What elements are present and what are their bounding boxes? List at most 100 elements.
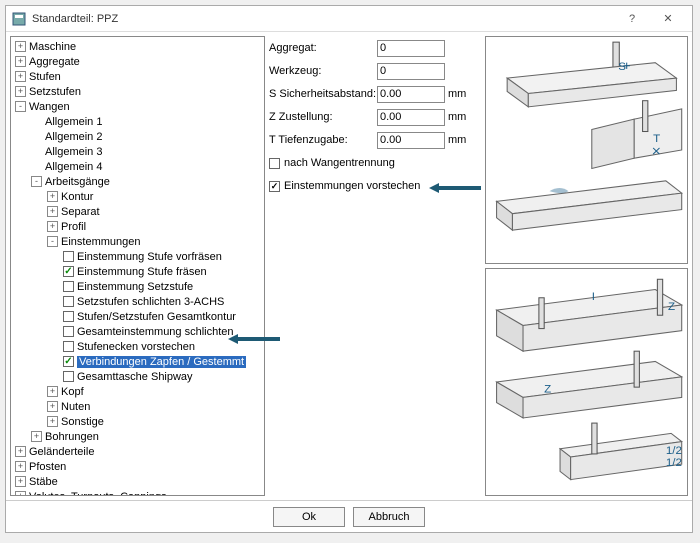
expand-icon[interactable]: + (15, 446, 26, 457)
tree-item[interactable]: +Nuten (11, 399, 264, 414)
svg-text:1/2: 1/2 (666, 457, 682, 469)
expand-icon[interactable]: + (15, 461, 26, 472)
tree-checkbox[interactable] (63, 371, 74, 382)
tree-item-label: Arbeitsgänge (45, 176, 110, 188)
tree-item[interactable]: Gesamteinstemmung schlichten (11, 324, 264, 339)
tree-item[interactable]: -Wangen (11, 99, 264, 114)
expand-icon[interactable]: + (47, 416, 58, 427)
expand-icon[interactable]: + (47, 401, 58, 412)
form-column: Aggregat: Werkzeug: S Sicherheitsabstand… (269, 36, 479, 496)
tree-item[interactable]: +Geländerteile (11, 444, 264, 459)
tree-item[interactable]: +Profil (11, 219, 264, 234)
tree-item-label: Allgemein 4 (45, 161, 102, 173)
tree-item[interactable]: +Kopf (11, 384, 264, 399)
tree-item-label: Einstemmung Setzstufe (77, 281, 193, 293)
tree-item[interactable]: +Kontur (11, 189, 264, 204)
expand-icon[interactable]: + (47, 191, 58, 202)
tree-checkbox[interactable] (63, 311, 74, 322)
svg-text:1/2: 1/2 (666, 445, 682, 457)
collapse-icon[interactable]: - (15, 101, 26, 112)
tree-item[interactable]: -Arbeitsgänge (11, 174, 264, 189)
expand-icon[interactable]: + (15, 41, 26, 52)
tree-item[interactable]: Gesamttasche Shipway (11, 369, 264, 384)
tree-item-label: Maschine (29, 41, 76, 53)
tree-item-label: Stufen/Setzstufen Gesamtkontur (77, 311, 236, 323)
tree-item[interactable]: Allgemein 4 (11, 159, 264, 174)
tree-item[interactable]: +Stufen (11, 69, 264, 84)
vorstechen-checkbox[interactable] (269, 181, 280, 192)
window-title: Standardteil: PPZ (32, 13, 614, 25)
tree-item[interactable]: Einstemmung Stufe vorfräsen (11, 249, 264, 264)
ok-button[interactable]: Ok (273, 507, 345, 527)
expand-icon[interactable]: + (15, 476, 26, 487)
tree-item[interactable]: +Setzstufen (11, 84, 264, 99)
tree-checkbox[interactable] (63, 266, 74, 277)
z-unit: mm (448, 111, 466, 123)
tree-item[interactable]: Allgemein 1 (11, 114, 264, 129)
tree-item[interactable]: +Separat (11, 204, 264, 219)
tree-panel[interactable]: +Maschine+Aggregate+Stufen+Setzstufen-Wa… (10, 36, 265, 496)
aggregat-input[interactable] (377, 40, 445, 57)
z-label: Z Zustellung: (269, 111, 377, 123)
tree-item[interactable]: +Maschine (11, 39, 264, 54)
titlebar: Standardteil: PPZ ? ✕ (6, 6, 692, 32)
tree-item-label: Aggregate (29, 56, 80, 68)
collapse-icon[interactable]: - (47, 236, 58, 247)
tree-item[interactable]: +Pfosten (11, 459, 264, 474)
diagram-bottom: I Z Z 1/2 1/2 (485, 268, 688, 496)
expand-icon[interactable]: + (47, 386, 58, 397)
s-unit: mm (448, 88, 466, 100)
cancel-button[interactable]: Abbruch (353, 507, 425, 527)
close-button[interactable]: ✕ (650, 7, 686, 31)
tree-item-label: Allgemein 2 (45, 131, 102, 143)
tree-item[interactable]: -Einstemmungen (11, 234, 264, 249)
tree-checkbox[interactable] (63, 356, 74, 367)
tree-item-label: Nuten (61, 401, 90, 413)
tree-item[interactable]: Stufenecken vorstechen (11, 339, 264, 354)
tree-checkbox[interactable] (63, 251, 74, 262)
collapse-icon[interactable]: - (31, 176, 42, 187)
tree-item[interactable]: Einstemmung Stufe fräsen (11, 264, 264, 279)
tree-checkbox[interactable] (63, 341, 74, 352)
help-button[interactable]: ? (614, 7, 650, 31)
vorstechen-label: Einstemmungen vorstechen (284, 180, 420, 192)
tree-item[interactable]: Allgemein 3 (11, 144, 264, 159)
t-input[interactable] (377, 132, 445, 149)
expand-icon[interactable]: + (15, 86, 26, 97)
tree-item[interactable]: +Bohrungen (11, 429, 264, 444)
expand-icon[interactable]: + (15, 56, 26, 67)
s-input[interactable] (377, 86, 445, 103)
wangentrennung-label: nach Wangentrennung (284, 157, 395, 169)
arrow-tree-selected (228, 333, 280, 345)
tree-item-label: Geländerteile (29, 446, 94, 458)
tree-item-label: Setzstufen (29, 86, 81, 98)
svg-text:Z: Z (544, 383, 551, 395)
expand-icon[interactable]: + (47, 221, 58, 232)
expand-icon[interactable]: + (47, 206, 58, 217)
expand-icon[interactable]: + (15, 491, 26, 496)
tree-item[interactable]: +Aggregate (11, 54, 264, 69)
tree-checkbox[interactable] (63, 296, 74, 307)
tree-item[interactable]: Setzstufen schlichten 3-ACHS (11, 294, 264, 309)
werkzeug-input[interactable] (377, 63, 445, 80)
tree-checkbox[interactable] (63, 326, 74, 337)
tree-item[interactable]: Allgemein 2 (11, 129, 264, 144)
tree-item[interactable]: Stufen/Setzstufen Gesamtkontur (11, 309, 264, 324)
tree-item[interactable]: +Stäbe (11, 474, 264, 489)
expand-icon[interactable]: + (31, 431, 42, 442)
tree-item-label: Bohrungen (45, 431, 99, 443)
z-input[interactable] (377, 109, 445, 126)
svg-text:I: I (592, 291, 595, 303)
tree-item-label: Stäbe (29, 476, 58, 488)
tree-item-label: Volutes, Turnouts, Cappings (29, 491, 167, 497)
tree-item[interactable]: +Sonstige (11, 414, 264, 429)
wangentrennung-checkbox[interactable] (269, 158, 280, 169)
tree-item[interactable]: Verbindungen Zapfen / Gestemmt (11, 354, 264, 369)
tree-item[interactable]: Einstemmung Setzstufe (11, 279, 264, 294)
tree-item[interactable]: +Volutes, Turnouts, Cappings (11, 489, 264, 496)
tree-checkbox[interactable] (63, 281, 74, 292)
s-label: S Sicherheitsabstand: (269, 88, 377, 100)
werkzeug-label: Werkzeug: (269, 65, 377, 77)
expand-icon[interactable]: + (15, 71, 26, 82)
diagram-top: S T (485, 36, 688, 264)
